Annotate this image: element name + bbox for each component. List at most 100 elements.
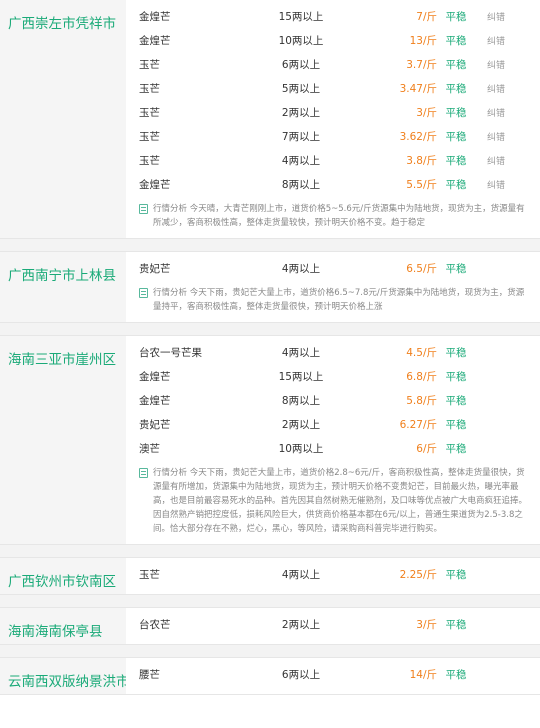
variety-name: 贵妃芒 (139, 418, 171, 431)
variety-name: 贵妃芒 (139, 262, 171, 275)
size-spec: 4两以上 (281, 154, 321, 167)
trend-label: 平稳 (445, 130, 467, 143)
price-row: 玉芒 6两以上 3.7/斤 平稳 纠错 (126, 52, 540, 76)
price-value: 6.27/斤 (399, 418, 437, 431)
note-icon (139, 468, 148, 478)
report-error-link[interactable]: 纠错 (475, 58, 505, 71)
region-name[interactable]: 广西南宁市上林县 (0, 252, 126, 322)
size-spec: 10两以上 (278, 442, 324, 455)
size-spec: 6两以上 (281, 668, 321, 681)
trend-label: 平稳 (445, 568, 467, 581)
region-name[interactable]: 海南海南保亭县 (0, 608, 126, 644)
size-spec: 15两以上 (278, 10, 324, 23)
region-block: 广西钦州市钦南区 玉芒 4两以上 2.25/斤 平稳 (0, 558, 540, 595)
price-row: 腰芒 6两以上 14/斤 平稳 (126, 662, 540, 686)
region-separator (0, 239, 540, 252)
analysis-text: 行情分析 今天下雨，贵妃芒大量上市，道货价格6.5~7.8元/斤货源集中为陆地货… (153, 288, 525, 312)
region-name[interactable]: 广西钦州市钦南区 (0, 558, 126, 594)
trend-label: 平稳 (445, 618, 467, 631)
variety-name: 台农芒 (139, 618, 171, 631)
price-value: 5.8/斤 (406, 394, 437, 407)
size-spec: 4两以上 (281, 568, 321, 581)
report-error-link[interactable]: 纠错 (475, 82, 505, 95)
price-row: 贵妃芒 2两以上 6.27/斤 平稳 (126, 412, 540, 436)
region-block: 海南三亚市崖州区 台农一号芒果 4两以上 4.5/斤 平稳 金煌芒 15两以上 6.8/斤 平稳… (0, 336, 540, 545)
region-price-rows: 玉芒 4两以上 2.25/斤 平稳 (126, 558, 540, 594)
price-row: 台农芒 2两以上 3/斤 平稳 (126, 612, 540, 636)
variety-name: 金煌芒 (139, 178, 171, 191)
analysis-text: 行情分析 今天下雨，贵妃芒大量上市，道货价格2.8~6元/斤，客商积极性高，整体… (153, 468, 528, 534)
trend-label: 平稳 (445, 668, 467, 681)
trend-label: 平稳 (445, 154, 467, 167)
price-row: 玉芒 4两以上 2.25/斤 平稳 (126, 562, 540, 586)
trend-label: 平稳 (445, 58, 467, 71)
price-value: 6.5/斤 (406, 262, 437, 275)
price-value: 6/斤 (416, 442, 437, 455)
size-spec: 8两以上 (281, 394, 321, 407)
region-name[interactable]: 云南西双版纳景洪市 (0, 658, 126, 694)
region-separator (0, 645, 540, 658)
size-spec: 10两以上 (278, 34, 324, 47)
variety-name: 玉芒 (139, 130, 160, 143)
variety-name: 玉芒 (139, 58, 160, 71)
report-error-link[interactable]: 纠错 (475, 130, 505, 143)
report-error-link[interactable]: 纠错 (475, 178, 505, 191)
variety-name: 玉芒 (139, 568, 160, 581)
size-spec: 4两以上 (281, 346, 321, 359)
price-row: 玉芒 5两以上 3.47/斤 平稳 纠错 (126, 76, 540, 100)
size-spec: 7两以上 (281, 130, 321, 143)
region-block: 广西崇左市凭祥市 金煌芒 15两以上 7/斤 平稳 纠错 金煌芒 10两以上 13/斤 平稳 纠错玉… (0, 0, 540, 239)
price-value: 14/斤 (409, 668, 437, 681)
market-price-list: 广西崇左市凭祥市 金煌芒 15两以上 7/斤 平稳 纠错 金煌芒 10两以上 13/斤 平稳 纠错玉… (0, 0, 540, 695)
size-spec: 15两以上 (278, 370, 324, 383)
trend-label: 平稳 (445, 346, 467, 359)
region-block: 海南海南保亭县 台农芒 2两以上 3/斤 平稳 (0, 608, 540, 645)
analysis-text: 行情分析 今天晴，大青芒刚刚上市，道货价格5~5.6元/斤货源集中为陆地货，现货… (153, 204, 525, 228)
region-price-rows: 腰芒 6两以上 14/斤 平稳 (126, 658, 540, 694)
trend-label: 平稳 (445, 106, 467, 119)
variety-name: 金煌芒 (139, 34, 171, 47)
trend-label: 平稳 (445, 370, 467, 383)
variety-name: 台农一号芒果 (139, 346, 202, 359)
size-spec: 8两以上 (281, 178, 321, 191)
note-icon (139, 288, 148, 298)
size-spec: 2两以上 (281, 618, 321, 631)
variety-name: 玉芒 (139, 154, 160, 167)
report-error-link[interactable]: 纠错 (475, 34, 505, 47)
report-error-link[interactable]: 纠错 (475, 154, 505, 167)
price-value: 5.5/斤 (406, 178, 437, 191)
trend-label: 平稳 (445, 418, 467, 431)
region-block: 云南西双版纳景洪市 腰芒 6两以上 14/斤 平稳 (0, 658, 540, 695)
region-separator (0, 545, 540, 558)
price-row: 金煌芒 15两以上 7/斤 平稳 纠错 (126, 4, 540, 28)
price-row: 玉芒 4两以上 3.8/斤 平稳 纠错 (126, 148, 540, 172)
region-price-rows: 金煌芒 15两以上 7/斤 平稳 纠错 金煌芒 10两以上 13/斤 平稳 纠错 玉芒 6两以上 3.7… (126, 0, 540, 238)
region-price-rows: 台农芒 2两以上 3/斤 平稳 (126, 608, 540, 644)
size-spec: 2两以上 (281, 418, 321, 431)
report-error-link[interactable]: 纠错 (475, 106, 505, 119)
price-value: 3.47/斤 (399, 82, 437, 95)
market-analysis: 行情分析 今天下雨，贵妃芒大量上市，道货价格2.8~6元/斤，客商积极性高，整体… (126, 460, 540, 536)
price-row: 玉芒 2两以上 3/斤 平稳 纠错 (126, 100, 540, 124)
report-error-link[interactable]: 纠错 (475, 10, 505, 23)
trend-label: 平稳 (445, 442, 467, 455)
market-analysis: 行情分析 今天晴，大青芒刚刚上市，道货价格5~5.6元/斤货源集中为陆地货，现货… (126, 196, 540, 230)
note-icon (139, 204, 148, 214)
price-value: 3.62/斤 (399, 130, 437, 143)
region-name[interactable]: 海南三亚市崖州区 (0, 336, 126, 544)
price-row: 贵妃芒 4两以上 6.5/斤 平稳 (126, 256, 540, 280)
price-value: 13/斤 (409, 34, 437, 47)
price-row: 玉芒 7两以上 3.62/斤 平稳 纠错 (126, 124, 540, 148)
size-spec: 6两以上 (281, 58, 321, 71)
region-price-rows: 贵妃芒 4两以上 6.5/斤 平稳行情分析 今天下雨，贵妃芒大量上市，道货价格6.5~… (126, 252, 540, 322)
price-value: 4.5/斤 (406, 346, 437, 359)
price-row: 台农一号芒果 4两以上 4.5/斤 平稳 (126, 340, 540, 364)
trend-label: 平稳 (445, 178, 467, 191)
region-name[interactable]: 广西崇左市凭祥市 (0, 0, 126, 238)
trend-label: 平稳 (445, 262, 467, 275)
variety-name: 澳芒 (139, 442, 160, 455)
trend-label: 平稳 (445, 82, 467, 95)
variety-name: 金煌芒 (139, 10, 171, 23)
price-value: 3.7/斤 (406, 58, 437, 71)
region-block: 广西南宁市上林县 贵妃芒 4两以上 6.5/斤 平稳行情分析 今天下雨，贵妃芒大量上市，… (0, 252, 540, 323)
